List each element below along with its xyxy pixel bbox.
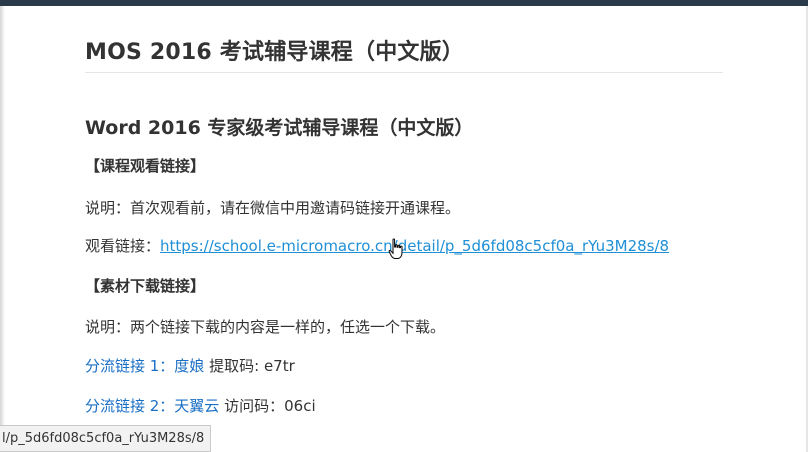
mirror-code-1: e7tr (263, 357, 295, 375)
watch-links-heading: 【课程观看链接】 (85, 157, 206, 175)
mirror-code-label-2: 访问码： (224, 397, 285, 415)
left-edge-shadow (0, 6, 5, 452)
watch-note: 说明：首次观看前，请在微信中用邀请码链接开通课程。 (85, 199, 461, 217)
mirror-link-row: 分流链接 2：天翼云 访问码：06ci (85, 395, 316, 416)
watch-link-line: 观看链接：https://school.e-micromacro.cn/deta… (85, 235, 669, 256)
status-bar-url: l/p_5d6fd08c5cf0a_rYu3M28s/8 (0, 425, 212, 452)
page-title: MOS 2016 考试辅导课程（中文版） (85, 40, 464, 65)
mirror-link-row: 分流链接 1：度娘 提取码: e7tr (85, 355, 295, 376)
window-top-strip (0, 0, 808, 6)
mirror-link-2[interactable]: 分流链接 2：天翼云 (85, 397, 219, 415)
download-links-heading: 【素材下载链接】 (85, 277, 206, 295)
mirror-link-1[interactable]: 分流链接 1：度娘 (85, 357, 204, 375)
mirror-code-2: 06ci (284, 397, 316, 415)
mirror-code-label-1: 提取码: (209, 357, 260, 375)
watch-link-label: 观看链接： (85, 237, 161, 255)
title-divider (85, 72, 723, 73)
section-heading: Word 2016 专家级考试辅导课程（中文版） (85, 117, 474, 139)
download-note: 说明：两个链接下载的内容是一样的，任选一个下载。 (85, 318, 446, 336)
hand-pointer-icon (388, 238, 403, 259)
watch-link[interactable]: https://school.e-micromacro.cn/detail/p_… (160, 237, 669, 255)
